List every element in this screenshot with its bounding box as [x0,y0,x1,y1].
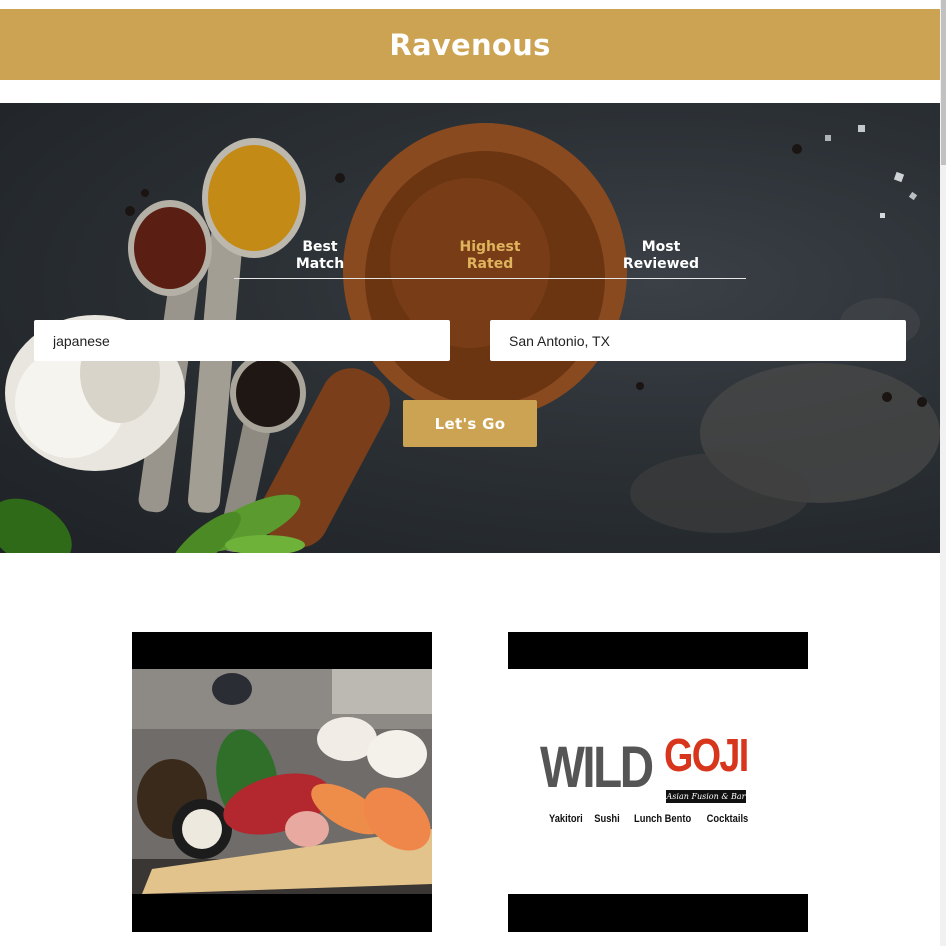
scrollbar-thumb[interactable] [941,0,946,165]
search-bar-hero: Best Match Highest Rated Most Reviewed L… [0,103,940,553]
sort-option-label: Most [641,239,681,255]
sort-option-label: Highest [459,239,521,255]
search-location-input[interactable] [490,320,906,361]
submit-search-button[interactable]: Let's Go [403,400,537,447]
logo-tagline: Asian Fusion & Bar [666,790,746,803]
sort-option-highest-rated[interactable]: Highest Rated [430,239,550,273]
logo-menu-item: Sushi [594,813,621,825]
sort-option-label: Best [302,239,338,255]
business-image-sushi [132,669,432,894]
logo-menu-item: Lunch Bento [634,813,692,825]
sort-option-most-reviewed[interactable]: Most Reviewed [601,239,721,273]
app-title: Ravenous [389,27,551,62]
sort-option-best-match[interactable]: Best Match [260,239,380,273]
business-card[interactable] [132,632,432,932]
logo-goji-text: GOJI [664,729,749,781]
sort-option-label: Rated [466,256,514,272]
sort-option-label: Reviewed [622,256,700,272]
business-card[interactable]: WILD GOJI Asian Fusion & Bar Yakitori Su… [508,632,808,932]
search-term-input[interactable] [34,320,450,361]
logo-menu-item: Yakitori [548,813,583,825]
sort-options-divider [234,278,746,279]
app-header: Ravenous [0,9,940,80]
sort-option-label: Match [295,256,345,272]
logo-menu-item: Cocktails [706,813,749,825]
sushi-platter-photo [132,669,432,894]
logo-menu: Yakitori Sushi Lunch Bento Cocktails [546,813,752,825]
business-image-wild-goji: WILD GOJI Asian Fusion & Bar Yakitori Su… [508,669,808,894]
logo-wild-text: WILD [540,735,654,800]
